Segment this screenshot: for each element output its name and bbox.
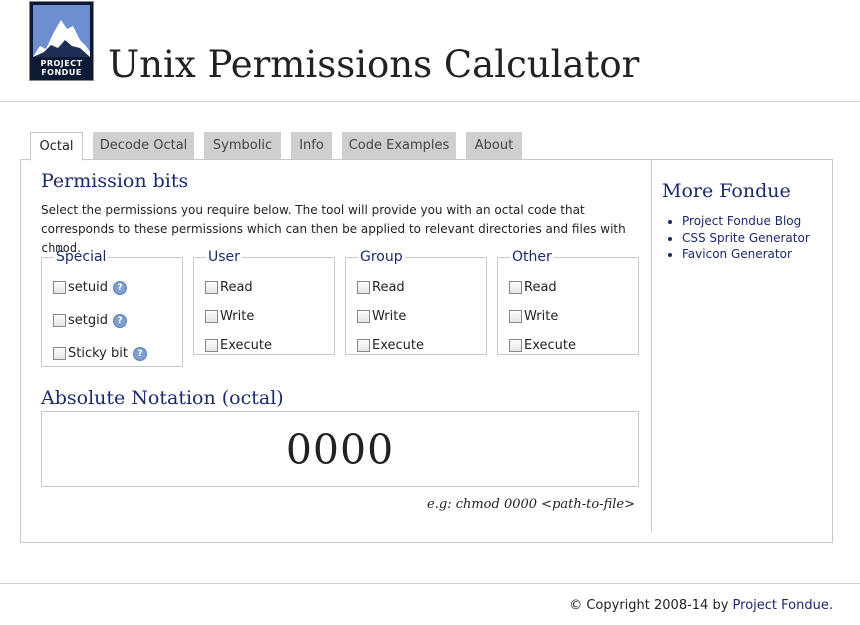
- footer-project-fondue-link[interactable]: Project Fondue: [733, 598, 829, 613]
- other-legend: Other: [512, 249, 552, 265]
- group-execute-option[interactable]: Execute: [357, 338, 424, 353]
- tab-decode-octal[interactable]: Decode Octal: [93, 132, 194, 159]
- sticky-bit-label: Sticky bit: [68, 346, 128, 361]
- other-read-option[interactable]: Read: [509, 280, 557, 295]
- sidebar-divider: [651, 160, 652, 532]
- tab-code-examples[interactable]: Code Examples: [342, 132, 456, 159]
- other-write-label: Write: [524, 309, 559, 324]
- copyright-end: .: [828, 598, 833, 613]
- octal-result-box: 0000: [41, 411, 639, 487]
- group-execute-checkbox[interactable]: [357, 339, 370, 352]
- other-read-checkbox[interactable]: [509, 281, 522, 294]
- user-execute-label: Execute: [220, 338, 272, 353]
- group-write-label: Write: [372, 309, 407, 324]
- setgid-checkbox[interactable]: [53, 314, 66, 327]
- setuid-label: setuid: [68, 280, 108, 295]
- other-write-checkbox[interactable]: [509, 310, 522, 323]
- group-fieldset: Group Read Write Execute: [345, 250, 487, 355]
- logo-text: PROJECT FONDUE: [30, 59, 93, 77]
- setuid-checkbox[interactable]: [53, 281, 66, 294]
- group-write-option[interactable]: Write: [357, 309, 406, 324]
- other-execute-label: Execute: [524, 338, 576, 353]
- help-icon[interactable]: ?: [132, 346, 147, 361]
- help-icon[interactable]: ?: [112, 313, 127, 328]
- group-read-checkbox[interactable]: [357, 281, 370, 294]
- sticky-bit-option[interactable]: Sticky bit ?: [53, 346, 147, 361]
- other-execute-checkbox[interactable]: [509, 339, 522, 352]
- setgid-label: setgid: [68, 313, 108, 328]
- user-read-option[interactable]: Read: [205, 280, 253, 295]
- group-read-option[interactable]: Read: [357, 280, 405, 295]
- more-fondue-heading: More Fondue: [662, 180, 791, 202]
- group-write-checkbox[interactable]: [357, 310, 370, 323]
- link-favicon-generator[interactable]: Favicon Generator: [682, 247, 792, 261]
- help-icon[interactable]: ?: [112, 280, 127, 295]
- list-item: Favicon Generator: [682, 246, 810, 263]
- sticky-bit-checkbox[interactable]: [53, 347, 66, 360]
- user-legend: User: [208, 249, 240, 265]
- tab-about[interactable]: About: [466, 132, 522, 159]
- project-fondue-logo[interactable]: PROJECT FONDUE: [29, 1, 94, 81]
- tab-info[interactable]: Info: [291, 132, 332, 159]
- absolute-notation-heading: Absolute Notation (octal): [41, 387, 284, 409]
- other-write-option[interactable]: Write: [509, 309, 558, 324]
- group-legend: Group: [360, 249, 403, 265]
- user-write-checkbox[interactable]: [205, 310, 218, 323]
- user-fieldset: User Read Write Execute: [193, 250, 335, 355]
- tab-octal[interactable]: Octal: [30, 132, 83, 161]
- copyright-label: © Copyright 2008-14 by: [569, 598, 729, 613]
- logo-text-line-1: PROJECT: [40, 59, 83, 68]
- intro-text-body: Select the permissions you require below…: [41, 203, 626, 236]
- more-fondue-list: Project Fondue Blog CSS Sprite Generator…: [665, 213, 810, 263]
- group-execute-label: Execute: [372, 338, 424, 353]
- logo-text-line-2: FONDUE: [41, 68, 82, 77]
- tab-symbolic[interactable]: Symbolic: [204, 132, 281, 159]
- user-execute-option[interactable]: Execute: [205, 338, 272, 353]
- group-read-label: Read: [372, 280, 405, 295]
- page-title: Unix Permissions Calculator: [108, 43, 640, 86]
- user-execute-checkbox[interactable]: [205, 339, 218, 352]
- copyright-text: © Copyright 2008-14 by Project Fondue.: [569, 598, 833, 613]
- link-project-fondue-blog[interactable]: Project Fondue Blog: [682, 214, 801, 228]
- link-css-sprite-generator[interactable]: CSS Sprite Generator: [682, 231, 810, 245]
- user-write-label: Write: [220, 309, 255, 324]
- permission-bits-heading: Permission bits: [41, 170, 189, 192]
- special-fieldset: Special setuid ? setgid ? Sticky bit ?: [41, 250, 183, 367]
- setuid-option[interactable]: setuid ?: [53, 280, 127, 295]
- footer-divider: [0, 583, 860, 584]
- special-legend: Special: [56, 249, 107, 265]
- chmod-example: e.g: chmod 0000 <path-to-file>: [427, 497, 635, 512]
- other-fieldset: Other Read Write Execute: [497, 250, 639, 355]
- list-item: Project Fondue Blog: [682, 213, 810, 230]
- setgid-option[interactable]: setgid ?: [53, 313, 127, 328]
- user-read-label: Read: [220, 280, 253, 295]
- other-read-label: Read: [524, 280, 557, 295]
- header-divider: [0, 101, 860, 102]
- user-read-checkbox[interactable]: [205, 281, 218, 294]
- user-write-option[interactable]: Write: [205, 309, 254, 324]
- list-item: CSS Sprite Generator: [682, 230, 810, 247]
- other-execute-option[interactable]: Execute: [509, 338, 576, 353]
- octal-value: 0000: [285, 426, 395, 474]
